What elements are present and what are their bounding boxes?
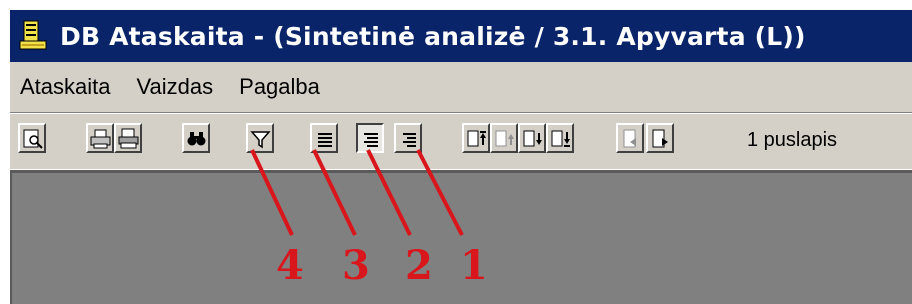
annotation-label-3: 3 xyxy=(342,242,370,289)
annotation-line-4 xyxy=(250,149,294,236)
annotation-line-3 xyxy=(312,149,357,236)
annotation-label-2: 2 xyxy=(405,242,433,289)
annotation-line-1 xyxy=(416,149,464,236)
annotation-line-2 xyxy=(366,149,412,236)
annotation-label-4: 4 xyxy=(276,242,304,289)
annotation-lines xyxy=(250,149,464,236)
annotation-label-1: 1 xyxy=(460,242,488,289)
